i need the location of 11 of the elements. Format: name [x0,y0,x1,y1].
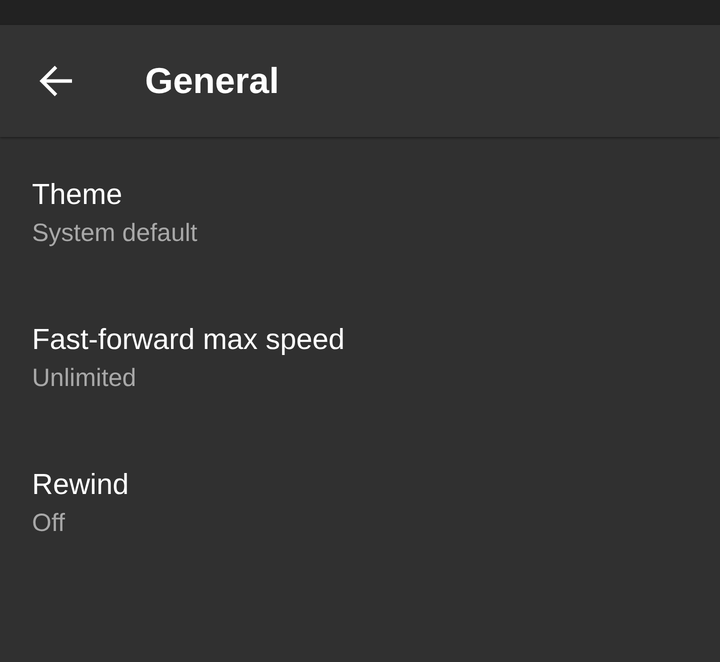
setting-title: Rewind [32,468,129,503]
setting-summary: Off [32,508,65,539]
setting-item[interactable]: Rewind Off [0,463,720,608]
screen-title: General [145,59,280,103]
setting-item[interactable]: Theme System default [0,173,720,318]
setting-summary: Unlimited [32,363,136,394]
setting-summary: System default [32,218,198,249]
setting-item[interactable]: Fast-forward max speed Unlimited [0,318,720,463]
setting-title: Fast-forward max speed [32,323,345,358]
setting-title: Theme [32,178,122,213]
back-arrow-icon [39,65,73,97]
